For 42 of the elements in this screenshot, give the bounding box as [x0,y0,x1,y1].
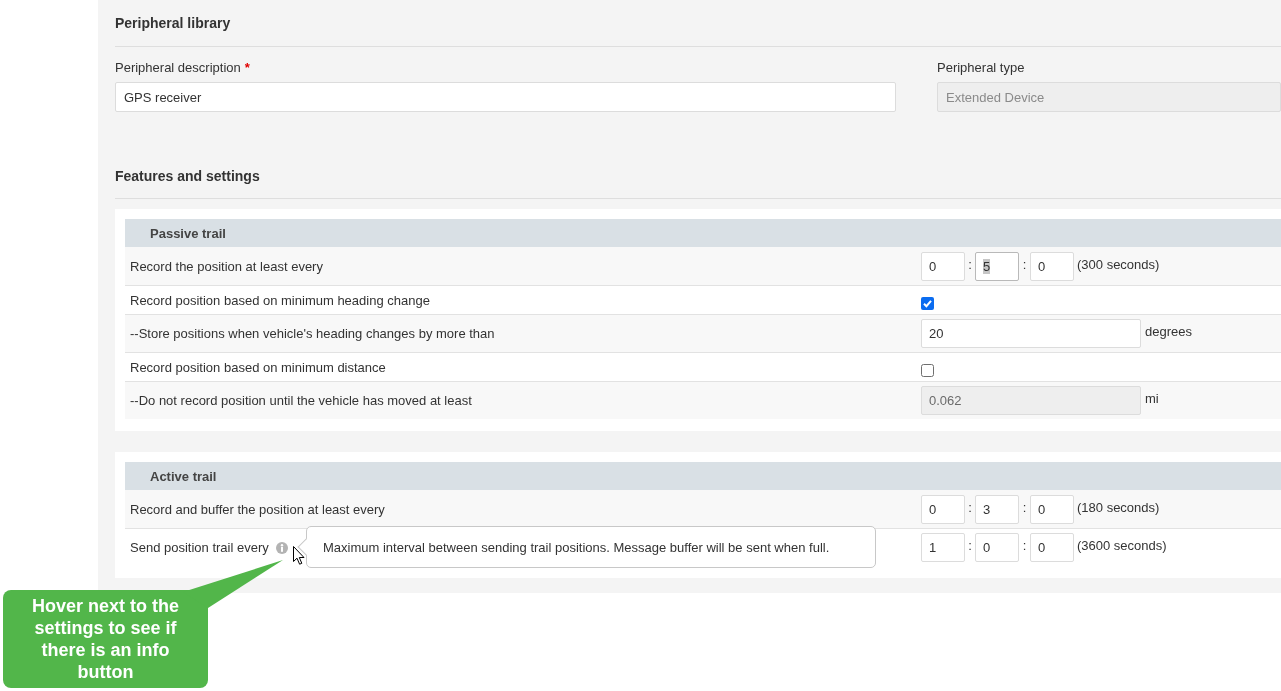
page-heading: Peripheral library [115,15,231,31]
time-field[interactable]: 0 [1030,494,1074,524]
setting-label: Record position based on minimum heading change [130,292,430,308]
number-field: 0.062 [921,386,1141,415]
time-field[interactable]: 1 [921,533,965,562]
setting-label: --Do not record position until the vehicle has moved at least [130,393,472,408]
time-field[interactable]: 0 [1030,251,1074,281]
setting-label: --Store positions when vehicle's heading changes by more than [130,326,495,341]
time-separator: : [967,538,973,553]
text-field: Extended Device [937,82,1281,112]
text-field[interactable]: GPS receiver [115,82,896,112]
time-field[interactable]: 0 [1030,533,1074,562]
unit-label: degrees [1145,323,1192,339]
time-field[interactable]: 0 [921,251,965,281]
time-separator: : [967,256,973,272]
required-mark: * [244,60,250,76]
field-label: Peripheral description [115,60,241,76]
group-header: Passive trail [125,219,1281,247]
time-field[interactable]: 3 [975,494,1019,524]
duration-note: (300 seconds) [1077,256,1160,272]
time-field[interactable]: 0 [975,533,1019,562]
checkbox[interactable] [921,363,934,377]
tooltip: Maximum interval between sending trail positions. Message buffer will be sent when full. [297,526,876,568]
duration-note: (3600 seconds) [1077,538,1167,553]
time-separator: : [1021,256,1028,272]
time-field[interactable]: 0 [921,494,965,524]
duration-note: (180 seconds) [1077,499,1160,515]
setting-label: Record the position at least every [130,258,323,274]
setting-label: Record position based on minimum distance [130,359,386,375]
time-field[interactable]: 5 [975,251,1019,281]
field-label: Peripheral type [937,60,1025,76]
checkbox[interactable] [921,296,934,310]
setting-label: Record and buffer the position at least every [130,501,385,517]
cursor-icon [293,546,305,565]
section-heading: Features and settings [115,168,260,184]
time-separator: : [1021,538,1028,553]
setting-label: Send position trail every [130,540,269,555]
number-field[interactable]: 20 [921,319,1141,348]
group-header: Active trail [125,462,1281,490]
time-separator: : [1021,499,1028,515]
unit-label: mi [1145,390,1159,406]
time-separator: : [967,499,973,515]
